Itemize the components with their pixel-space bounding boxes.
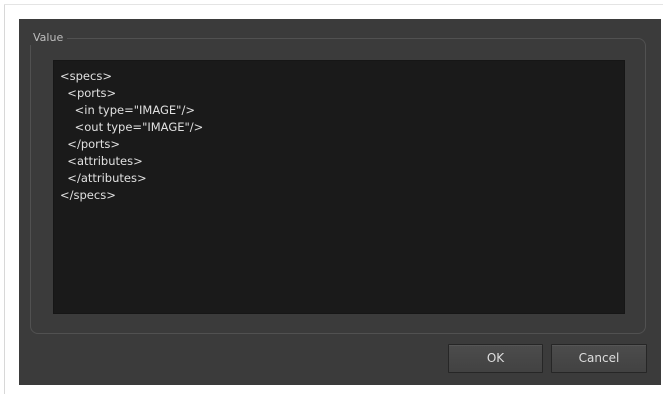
code-line: <ports> bbox=[60, 86, 117, 100]
frame-border bbox=[4, 4, 663, 5]
screenshot-frame: Value <specs> <ports> <in type="IMAGE"/>… bbox=[0, 0, 663, 394]
code-text: <specs> <ports> <in type="IMAGE"/> <out … bbox=[60, 68, 203, 204]
code-line: </attributes> bbox=[60, 171, 147, 185]
cancel-button[interactable]: Cancel bbox=[551, 344, 647, 373]
groupbox-title: Value bbox=[29, 31, 68, 45]
xml-value-editor[interactable]: <specs> <ports> <in type="IMAGE"/> <out … bbox=[53, 60, 625, 314]
code-line: </specs> bbox=[60, 188, 116, 202]
ok-button[interactable]: OK bbox=[448, 344, 543, 373]
code-line: </ports> bbox=[60, 137, 121, 151]
frame-border bbox=[4, 4, 5, 394]
code-line: <specs> bbox=[60, 69, 112, 83]
code-line: <in type="IMAGE"/> bbox=[60, 103, 195, 117]
code-line: <out type="IMAGE"/> bbox=[60, 120, 204, 134]
code-line: <attributes> bbox=[60, 154, 143, 168]
value-dialog: Value <specs> <ports> <in type="IMAGE"/>… bbox=[19, 19, 661, 385]
